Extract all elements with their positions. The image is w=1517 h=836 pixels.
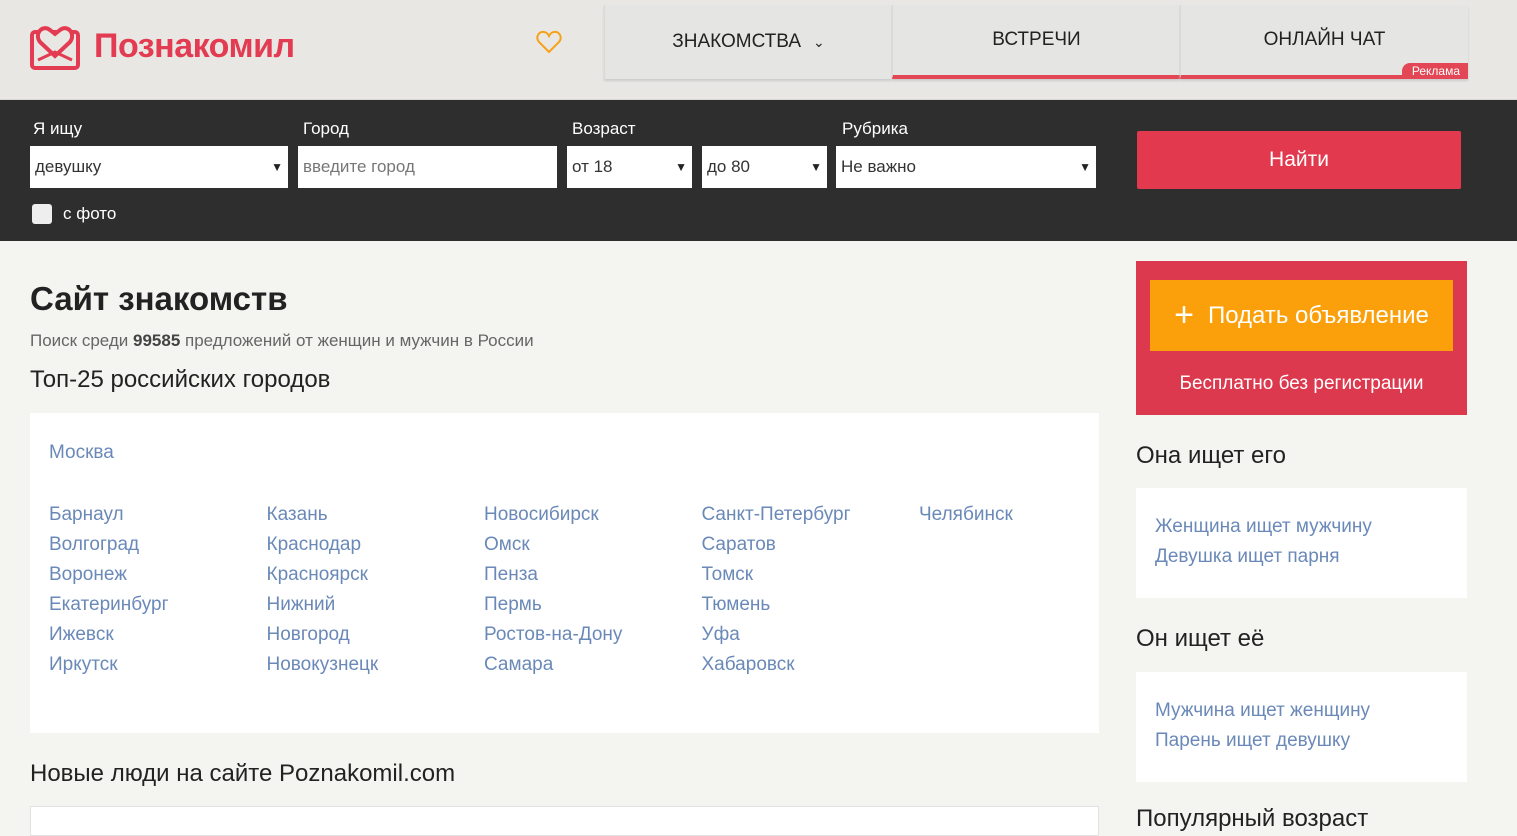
city-link[interactable]: Тюмень: [702, 590, 851, 620]
dropdown-arrow-icon: ▼: [1079, 160, 1091, 174]
cities-panel: Москва Барнаул Волгоград Воронеж Екатеринбу…: [30, 413, 1099, 733]
sidebar-link[interactable]: Женщина ищет мужчину: [1155, 512, 1448, 542]
rubric-label: Рубрика: [842, 119, 908, 138]
city-column: Казань Краснодар Красноярск Нижний Новгород Н…: [267, 500, 379, 680]
city-link[interactable]: Краснодар: [267, 530, 379, 560]
post-ad-button[interactable]: + Подать объявление: [1150, 280, 1453, 351]
city-placeholder: введите город: [303, 157, 415, 176]
age-label: Возраст: [572, 119, 636, 138]
new-people-title: Новые люди на сайте Poznakomil.com: [30, 760, 456, 787]
favorites-heart-icon[interactable]: [536, 30, 562, 54]
city-link[interactable]: Иркутск: [49, 650, 169, 680]
age-from-select[interactable]: от 18 ▼: [567, 146, 692, 188]
city-link[interactable]: Пермь: [484, 590, 622, 620]
city-link[interactable]: Казань: [267, 500, 379, 530]
he-seeks-box: Мужчина ищет женщину Парень ищет девушку: [1136, 672, 1467, 782]
city-link[interactable]: Москва: [49, 442, 114, 464]
she-seeks-box: Женщина ищет мужчину Девушка ищет парня: [1136, 488, 1467, 598]
age-to-value: до 80: [707, 157, 751, 176]
city-column: Санкт-Петербург Саратов Томск Тюмень Уфа Хаба…: [702, 500, 851, 680]
city-link[interactable]: Томск: [702, 560, 851, 590]
sidebar-link[interactable]: Мужчина ищет женщину: [1155, 696, 1448, 726]
seek-select[interactable]: девушку ▼: [30, 146, 288, 188]
promo-subtitle: Бесплатно без регистрации: [1179, 373, 1424, 394]
logo-heart-envelope-icon: [30, 26, 80, 70]
city-link[interactable]: Красноярск: [267, 560, 379, 590]
search-bar: Я ищу Город Возраст Рубрика девушку ▼ вве…: [0, 100, 1517, 241]
promo-box: + Подать объявление Бесплатно без регистр…: [1136, 261, 1467, 415]
sub-suffix: предложений от женщин и мужчин в России: [180, 331, 534, 350]
find-button[interactable]: Найти: [1137, 131, 1461, 189]
she-seeks-title: Она ищет его: [1136, 442, 1286, 469]
plus-icon: +: [1174, 296, 1194, 334]
checkbox-box[interactable]: [32, 204, 52, 224]
nav-online-chat[interactable]: ОНЛАЙН ЧАТ Реклама: [1180, 5, 1468, 79]
city-input[interactable]: введите город: [298, 146, 557, 188]
dropdown-arrow-icon: ▼: [271, 160, 283, 174]
logo[interactable]: Познакомил: [30, 22, 295, 70]
header: Познакомил ЗНАКОМСТВА ⌄ ВСТРЕЧИ ОНЛАЙН ЧА…: [0, 0, 1517, 100]
offer-count: 99585: [133, 331, 181, 350]
city-label: Город: [303, 119, 349, 138]
seek-label: Я ищу: [33, 119, 83, 138]
nav-dating-label: ЗНАКОМСТВА: [672, 31, 801, 52]
city-link[interactable]: Санкт-Петербург: [702, 500, 851, 530]
city-column: Новосибирск Омск Пенза Пермь Ростов-на-Дону С…: [484, 500, 622, 680]
main-nav: ЗНАКОМСТВА ⌄ ВСТРЕЧИ ОНЛАЙН ЧАТ Реклама: [604, 5, 1468, 79]
dropdown-arrow-icon: ▼: [810, 160, 822, 174]
photo-checkbox[interactable]: с фото: [32, 204, 116, 224]
sidebar-link[interactable]: Девушка ищет парня: [1155, 542, 1448, 572]
nav-meetings[interactable]: ВСТРЕЧИ: [892, 5, 1180, 79]
city-link[interactable]: Барнаул: [49, 500, 169, 530]
rubric-value: Не важно: [841, 157, 916, 176]
city-link[interactable]: Ростов-на-Дону: [484, 620, 622, 650]
nav-meetings-label: ВСТРЕЧИ: [992, 29, 1081, 50]
ad-badge: Реклама: [1401, 63, 1468, 79]
city-link[interactable]: Екатеринбург: [49, 590, 169, 620]
nav-chat-label: ОНЛАЙН ЧАТ: [1263, 29, 1386, 50]
city-link[interactable]: Саратов: [702, 530, 851, 560]
post-ad-label: Подать объявление: [1207, 301, 1429, 329]
age-to-select[interactable]: до 80 ▼: [702, 146, 827, 188]
city-column: Челябинск: [919, 500, 1013, 530]
chevron-down-icon: ⌄: [813, 33, 825, 50]
city-column: Барнаул Волгоград Воронеж Екатеринбург Ижевс…: [49, 500, 169, 680]
top-cities-title: Топ-25 российских городов: [30, 366, 331, 393]
city-link[interactable]: Воронеж: [49, 560, 169, 590]
city-link[interactable]: Новокузнецк: [267, 650, 379, 680]
city-link[interactable]: Пенза: [484, 560, 622, 590]
city-link[interactable]: Волгоград: [49, 530, 169, 560]
city-link[interactable]: Уфа: [702, 620, 851, 650]
city-link[interactable]: Хабаровск: [702, 650, 851, 680]
city-link[interactable]: Челябинск: [919, 500, 1013, 530]
city-link[interactable]: Самара: [484, 650, 622, 680]
page-title: Сайт знакомств: [30, 280, 288, 317]
sidebar-link[interactable]: Парень ищет девушку: [1155, 726, 1448, 756]
city-link[interactable]: Омск: [484, 530, 622, 560]
city-link[interactable]: Новгород: [267, 620, 379, 650]
he-seeks-title: Он ищет её: [1136, 625, 1265, 652]
city-link[interactable]: Нижний: [267, 590, 379, 620]
popular-age-title: Популярный возраст: [1136, 805, 1369, 832]
nav-dating[interactable]: ЗНАКОМСТВА ⌄: [604, 5, 892, 79]
seek-value: девушку: [35, 157, 102, 176]
city-link[interactable]: Новосибирск: [484, 500, 622, 530]
subtitle: Поиск среди 99585 предложений от женщин …: [30, 331, 534, 351]
photo-label: с фото: [63, 204, 117, 223]
city-link[interactable]: Ижевск: [49, 620, 169, 650]
new-people-panel: [30, 806, 1099, 836]
age-from-value: от 18: [572, 157, 613, 176]
rubric-select[interactable]: Не важно ▼: [836, 146, 1096, 188]
dropdown-arrow-icon: ▼: [675, 160, 687, 174]
logo-text: Познакомил: [94, 26, 295, 65]
sub-prefix: Поиск среди: [30, 331, 134, 350]
